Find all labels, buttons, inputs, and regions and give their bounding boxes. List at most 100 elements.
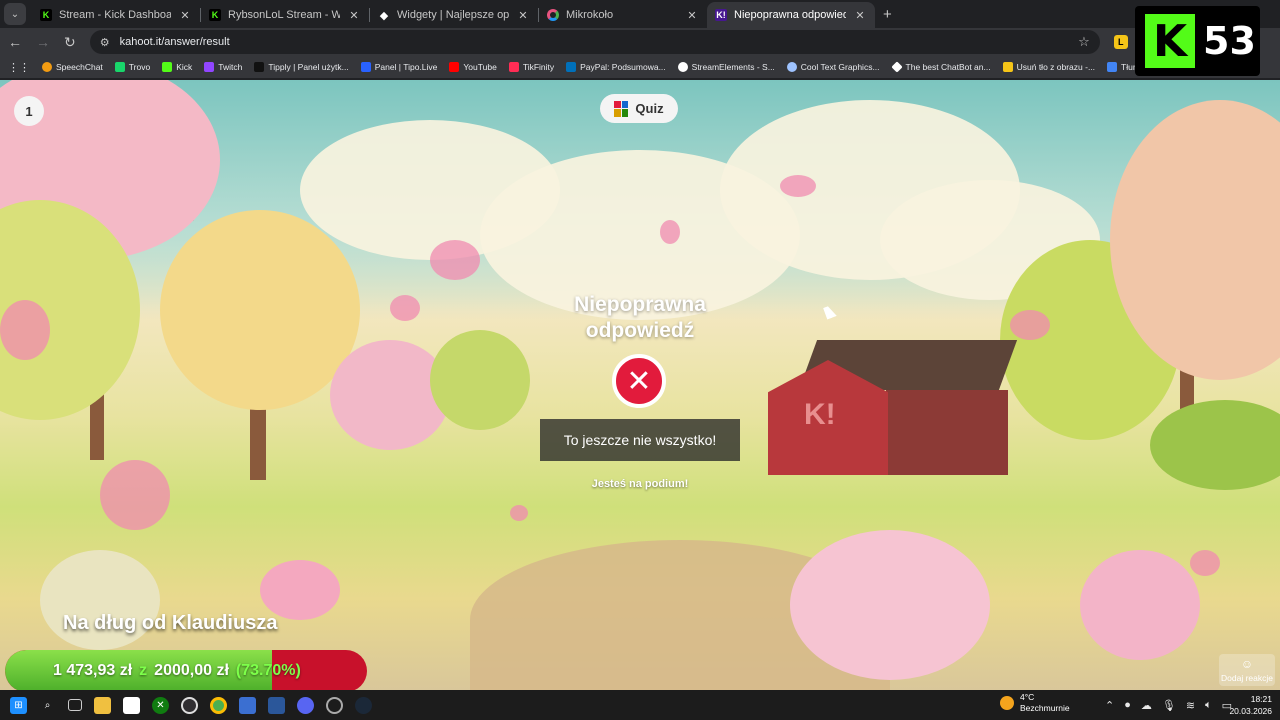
tab-title: Stream - Kick Dashboard <box>59 9 171 21</box>
new-tab-button[interactable]: + <box>875 6 900 28</box>
steam-icon[interactable] <box>355 696 372 714</box>
translate-icon <box>1107 62 1118 72</box>
xbox-icon[interactable]: ✕ <box>152 696 169 714</box>
tab-kahoot-active[interactable]: K! Niepoprawna odpowiedź - Kah ✕ <box>707 2 875 28</box>
background-flower <box>260 560 340 620</box>
windows-start-icon[interactable]: ⊞ <box>10 696 27 714</box>
onedrive-icon[interactable]: ☁ <box>1141 699 1152 712</box>
tray-app-icon[interactable]: ● <box>1124 699 1131 711</box>
background-flower <box>790 530 990 680</box>
bookmark-label: StreamElements - S... <box>691 62 775 72</box>
bookmark-streamelements[interactable]: StreamElements - S... <box>677 62 775 72</box>
bookmark-star-icon[interactable]: ☆ <box>1078 34 1090 50</box>
back-icon[interactable]: ← <box>8 34 22 50</box>
cooltext-icon <box>786 62 797 72</box>
viewer-count: 53 <box>1203 19 1256 63</box>
windows-taskbar: ⊞ ⌕ ✕ 4°C Bezchmurnie ⌃ ● ☁ 🎙︎ ≋ 🔈︎ ▭ 18… <box>0 690 1280 720</box>
kick-logo-icon: K <box>1145 14 1195 68</box>
bookmark-paypal[interactable]: PayPal: Podsumowa... <box>566 62 666 72</box>
tab-rybsonlol-stream[interactable]: K RybsonLoL Stream - Watch Live ✕ <box>201 2 369 28</box>
add-reaction-icon: ☺ <box>1240 657 1254 671</box>
bookmarks-bar: ⋮⋮ SpeechChat Trovo Kick Twitch Tipply |… <box>0 56 1280 78</box>
bookmark-tipply[interactable]: Tipply | Panel użytk... <box>254 62 349 72</box>
donation-goal-bar: 1 473,93 zł z 2000,00 zł (73.70%) <box>5 650 367 692</box>
search-icon[interactable]: ⌕ <box>39 697 56 714</box>
tab-mikrokolo[interactable]: Mikrokoło ✕ <box>539 2 707 28</box>
weather-widget[interactable]: 4°C Bezchmurnie <box>1000 692 1070 714</box>
background-petal <box>390 295 420 321</box>
browser-tab-strip: ⌄ K Stream - Kick Dashboard ✕ K RybsonLo… <box>0 0 1280 28</box>
background-flower <box>1080 550 1200 660</box>
extension-icon[interactable]: L <box>1113 35 1128 49</box>
clock-date: 20.03.2026 <box>1229 706 1272 716</box>
goal-current: 1 473,93 zł <box>53 662 133 679</box>
reload-icon[interactable]: ↻ <box>64 34 76 51</box>
obs-icon[interactable] <box>181 696 198 714</box>
quiz-type-pill: Quiz <box>600 94 678 123</box>
background-petal <box>430 240 480 280</box>
tab-widgety[interactable]: ◆ Widgety | Najlepsze oprogram ✕ <box>370 2 538 28</box>
close-icon[interactable]: ✕ <box>685 9 699 22</box>
tipply-icon <box>254 62 265 72</box>
apps-grid-icon[interactable]: ⋮⋮ <box>8 61 30 74</box>
forward-icon[interactable]: → <box>36 34 50 50</box>
close-icon[interactable]: ✕ <box>178 9 192 22</box>
kahoot-page: K! 1 Quiz Niepoprawna odpowiedź ✕ To jes… <box>0 80 1280 690</box>
sun-icon <box>1000 696 1014 710</box>
tab-title: Niepoprawna odpowiedź - Kah <box>734 9 846 21</box>
wifi-icon[interactable]: ≋ <box>1186 699 1195 712</box>
tab-kick-dashboard[interactable]: K Stream - Kick Dashboard ✕ <box>32 2 200 28</box>
podium-text: Jesteś na podium! <box>591 478 689 490</box>
youtube-icon <box>449 62 460 72</box>
chevron-up-icon[interactable]: ⌃ <box>1105 699 1114 712</box>
bookmark-twitch[interactable]: Twitch <box>204 62 242 72</box>
bookmark-chatbot[interactable]: The best ChatBot an... <box>890 61 991 73</box>
kick-icon <box>162 62 173 72</box>
bookmark-remove-bg[interactable]: Usuń tło z obrazu -... <box>1002 62 1095 72</box>
discord-icon[interactable] <box>297 696 314 714</box>
microphone-icon[interactable]: 🎙︎ <box>1162 699 1176 712</box>
background-petal <box>510 505 528 521</box>
add-reaction-button[interactable]: ☺ Dodaj reakcje <box>1219 654 1275 686</box>
bookmark-label: Cool Text Graphics... <box>800 62 880 72</box>
word-icon[interactable] <box>268 696 285 714</box>
site-info-icon[interactable]: ⚙ <box>100 36 110 49</box>
task-view-icon[interactable] <box>68 699 82 711</box>
kick-icon: K <box>40 9 52 21</box>
close-icon[interactable]: ✕ <box>853 9 867 22</box>
kahoot-icon: K! <box>715 9 727 21</box>
tab-search-button[interactable]: ⌄ <box>4 3 26 25</box>
quiz-label: Quiz <box>635 101 664 116</box>
volume-icon[interactable]: 🔈︎ <box>1205 699 1212 712</box>
bookmark-label: Trovo <box>128 62 151 72</box>
barn-kahoot-logo: K! <box>804 398 836 431</box>
background-petal <box>660 220 680 244</box>
clock[interactable]: 18:21 20.03.2026 <box>1222 693 1272 717</box>
close-icon[interactable]: ✕ <box>347 9 361 22</box>
donation-goal-text: 1 473,93 zł z 2000,00 zł (73.70%) <box>53 650 301 692</box>
trovo-icon <box>114 62 125 72</box>
barn-side <box>886 390 1008 475</box>
address-bar[interactable]: ⚙ kahoot.it/answer/result ☆ <box>89 30 1100 54</box>
kick-viewer-badge: K 53 <box>1135 6 1260 76</box>
file-explorer-icon[interactable] <box>94 696 111 714</box>
bookmark-speechchat[interactable]: SpeechChat <box>42 62 103 72</box>
background-tree <box>160 210 360 410</box>
close-icon[interactable]: ✕ <box>516 9 530 22</box>
notepad-icon[interactable] <box>123 696 140 714</box>
app-icon[interactable] <box>239 696 256 714</box>
chrome-icon[interactable] <box>210 696 227 714</box>
bookmark-cooltext[interactable]: Cool Text Graphics... <box>786 62 880 72</box>
bookmark-tipo-live[interactable]: Panel | Tipo.Live <box>360 62 437 72</box>
bookmark-kick[interactable]: Kick <box>162 62 192 72</box>
diamond-icon: ◆ <box>379 9 389 22</box>
bookmark-youtube[interactable]: YouTube <box>449 62 497 72</box>
tipo-icon <box>360 62 371 72</box>
bookmark-label: The best ChatBot an... <box>905 62 991 72</box>
background-petal <box>1190 550 1220 576</box>
diamond-icon <box>890 61 903 73</box>
bookmark-tikfinity[interactable]: TikFinity <box>508 62 555 72</box>
bookmark-label: TikFinity <box>522 62 555 72</box>
app-icon[interactable] <box>326 696 343 714</box>
bookmark-trovo[interactable]: Trovo <box>114 62 151 72</box>
